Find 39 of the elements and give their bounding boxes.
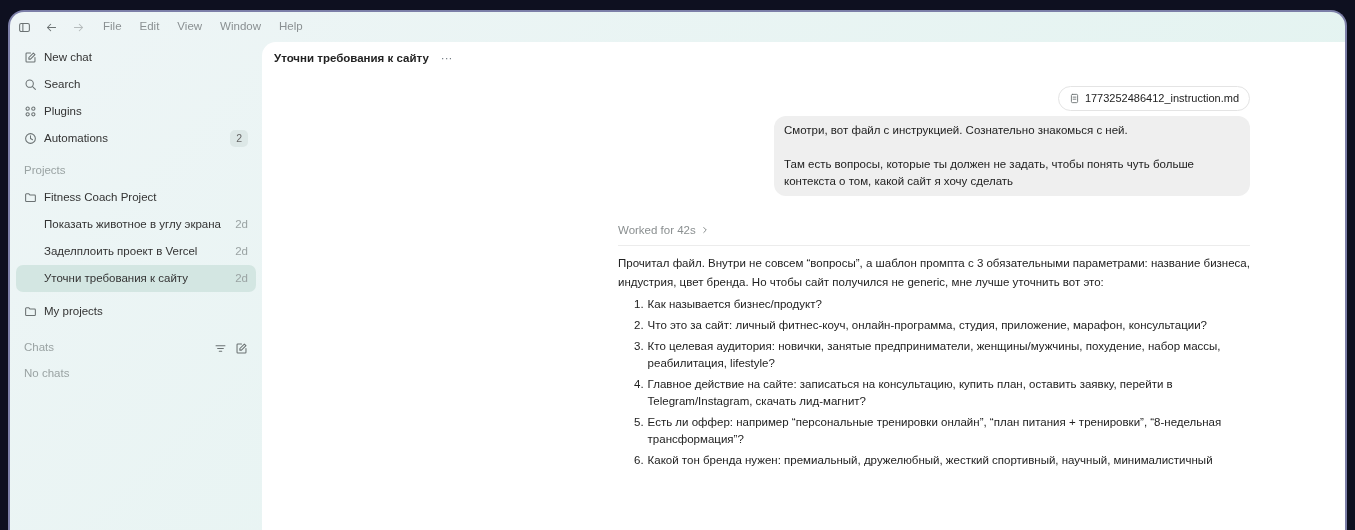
file-icon <box>1068 92 1080 104</box>
section-heading: Chats <box>24 340 55 356</box>
thread-item[interactable]: Показать животное в углу экрана 2d <box>16 211 256 238</box>
list-number: 5. <box>634 414 644 430</box>
list-item-text: Что это за сайт: личный фитнес-коуч, онлайн-программа, студия, приложение, марафон, консультации? <box>647 317 1207 333</box>
thread-item[interactable]: Уточни требования к сайту 2d <box>16 265 256 292</box>
thread-item[interactable]: Заделплоить проект в Vercel 2d <box>16 238 256 265</box>
search-icon <box>24 78 37 91</box>
chat-title: Уточни требования к сайту <box>274 51 429 67</box>
count-badge: 2 <box>230 129 248 148</box>
grid-icon <box>24 105 37 118</box>
folder-icon <box>24 305 37 318</box>
list-item-text: Кто целевая аудитория: новички, занятые предприниматели, женщины/мужчины, похудение, набор массы, реабилитация, lifestyle? <box>647 338 1222 371</box>
empty-message: No chats <box>23 366 71 382</box>
folder-icon <box>24 191 37 204</box>
section-heading: Projects <box>23 163 67 179</box>
more-button[interactable]: ··· <box>440 50 453 68</box>
sidebar-nav-item[interactable]: Plugins <box>16 98 256 125</box>
list-item-text: Как называется бизнес/продукт? <box>647 296 822 312</box>
message-paragraph: Смотри, вот файл с инструкцией. Сознательно знакомься с ней. <box>784 122 1129 138</box>
reply-paragraph: Прочитал файл. Внутри не совсем “вопросы”, а шаблон промпта с 3 обязательными параметрами: название бизнеса, индустрия, цвет бренда. Но чтобы сайт получился не generic, мне лучше уточнить вот это: <box>618 255 1250 290</box>
compose-icon <box>235 341 248 355</box>
list-item-text: Есть ли оффер: например “персональные тренировки онлайн”, “план питания + тренировки”, “8-недельная трансформация”? <box>647 414 1223 447</box>
list-number: 2. <box>634 317 644 333</box>
message-paragraph: Там есть вопросы, которые ты должен не задать, чтобы понять чуть больше контекста о том, какой сайт я хочу сделать <box>784 156 1195 189</box>
list-item-text: Какой тон бренда нужен: премиальный, дружелюбный, жесткий спортивный, научный, минималистичный <box>647 452 1213 468</box>
project-folder[interactable]: My projects <box>16 298 256 325</box>
sidebar-nav-item[interactable]: New chat <box>16 44 256 71</box>
list-number: 4. <box>634 376 644 392</box>
compose-icon <box>24 51 37 64</box>
sidebar-nav-item[interactable]: Search <box>16 71 256 98</box>
sidebar-nav-item[interactable]: Automations 2 <box>16 125 256 152</box>
list-number: 3. <box>634 338 644 354</box>
clock-icon <box>24 132 37 145</box>
sidebar-toggle-icon <box>18 20 31 34</box>
list-number: 1. <box>634 296 644 312</box>
list-item-text: Главное действие на сайте: записаться на консультацию, купить план, оставить заявку, перейти в Telegram/Instagram, скачать лид-магнит? <box>647 376 1174 409</box>
project-folder[interactable]: Fitness Coach Project <box>16 184 256 211</box>
list-number: 6. <box>634 452 644 468</box>
